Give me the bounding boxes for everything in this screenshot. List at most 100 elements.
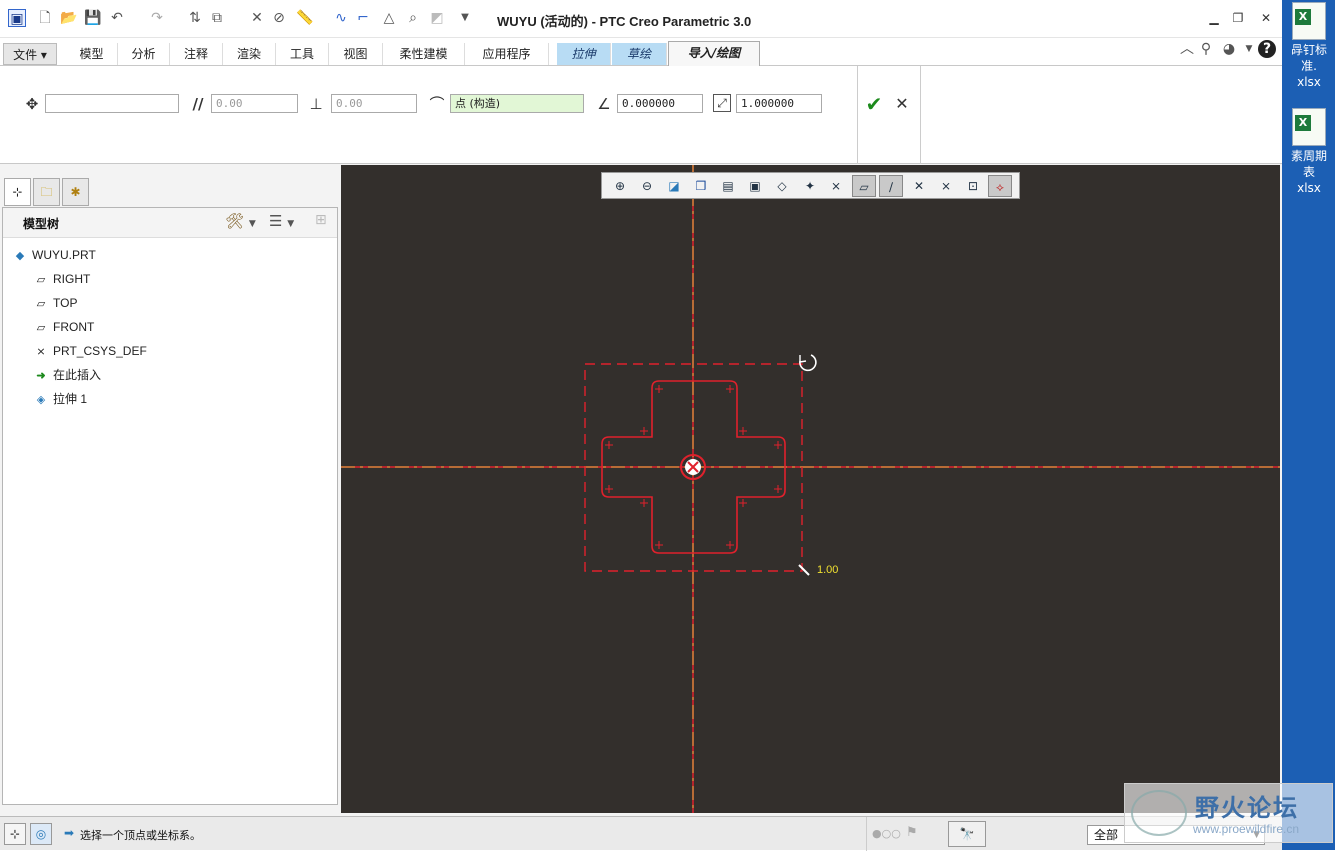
point-display-icon[interactable]: ✕ [907, 175, 931, 197]
scale-handle-icon[interactable] [798, 564, 810, 576]
find-icon[interactable]: 🔭 [948, 821, 986, 847]
close-icon[interactable]: ✕ [1256, 9, 1276, 27]
desktop-background: 冔钉标准. xlsx 素周期表 xlsx [1282, 0, 1335, 850]
help-icon[interactable]: ? [1258, 40, 1276, 58]
tab-favorites[interactable]: ✱ [62, 178, 89, 206]
tab-model-tree[interactable]: ⊹ [4, 178, 31, 206]
sketch-display-icon[interactable]: ⊡ [961, 175, 985, 197]
regenerate-icon[interactable]: ⇅ [186, 9, 204, 27]
flag-icon: ⚑ [906, 825, 918, 840]
view-toolbar: ⊕ ⊖ ◪ ❒ ▤ ▣ ◇ ✦ ⨯ ▱ ∕ ✕ ⨯ ⊡ ⟡ [601, 172, 1020, 199]
search-icon[interactable]: ⚲ [1197, 40, 1215, 58]
csys-display-icon[interactable]: ⨯ [824, 175, 848, 197]
tab-extrude[interactable]: 拉伸 [557, 43, 611, 65]
tree-item-top[interactable]: ▱ TOP [33, 294, 78, 312]
tree-item-part[interactable]: ◆ WUYU.PRT [12, 246, 96, 264]
sketch-line-icon[interactable]: ⌐ [354, 9, 372, 27]
tab-view[interactable]: 视图 [329, 43, 383, 65]
tab-tools[interactable]: 工具 [276, 43, 329, 65]
forum-watermark: 野火论坛 www.proewildfire.cn [1124, 783, 1333, 843]
graphics-viewport[interactable]: 1.00 ⊕ ⊖ ◪ ❒ ▤ ▣ ◇ ✦ ⨯ ▱ ∕ ✕ ⨯ ⊡ ⟡ [341, 165, 1280, 813]
restore-icon[interactable]: ❐ [1228, 9, 1248, 27]
tree-settings-icon[interactable]: 🛠 ▼ [225, 212, 256, 230]
zoom-out-icon[interactable]: ⊖ [635, 175, 659, 197]
search-tool-icon[interactable]: ⌕ [404, 9, 422, 27]
open-folder-icon[interactable]: 📂 [60, 9, 78, 27]
constraint-display-icon[interactable]: ⟡ [988, 175, 1012, 197]
tab-model[interactable]: 模型 [66, 43, 118, 65]
refit-icon[interactable]: ◪ [662, 175, 686, 197]
plane-display-icon[interactable]: ▱ [852, 175, 876, 197]
csys-tag-display-icon[interactable]: ⨯ [934, 175, 958, 197]
view-cube-icon[interactable]: ◩ [428, 9, 446, 27]
vertical-offset-field[interactable]: 0.00 [331, 94, 417, 113]
measure-icon[interactable]: 📏 [296, 9, 314, 27]
reference-point-field[interactable]: 点 (构造) [450, 94, 584, 113]
tab-file[interactable]: 文件 ▾ [3, 43, 57, 65]
annotation-display-icon[interactable]: ✦ [798, 175, 822, 197]
cancel-x-icon[interactable]: ✕ [892, 94, 912, 114]
tree-item-extrude[interactable]: ◈ 拉伸 1 [33, 390, 87, 408]
horizontal-offset-icon: // [192, 95, 204, 113]
navigator-pane: ⊹ 🗀 ✱ 模型树 🛠 ▼ ☰ ▼ ⊞ ◆ WUYU.PRT ▱ RIGHT ▱ TO… [2, 172, 340, 813]
tab-applications[interactable]: 应用程序 [465, 43, 549, 65]
display-style-icon[interactable]: ▤ [716, 175, 740, 197]
saved-views-icon[interactable]: ❒ [689, 175, 713, 197]
tab-render[interactable]: 渲染 [223, 43, 276, 65]
status-bar: ⊹ ◎ ➡ 选择一个顶点或坐标系。 ●○○ ⚑ 🔭 全部▼ [0, 816, 1282, 851]
redo-icon[interactable]: ↷ [148, 9, 166, 27]
ribbon-tab-bar: 文件 ▾ 模型 分析 注释 渲染 工具 视图 柔性建模 应用程序 拉伸 草绘 导… [0, 38, 1282, 66]
datum-plane-icon: ▱ [36, 322, 46, 334]
browser-toggle-icon[interactable]: ◎ [30, 823, 52, 845]
import-ribbon: ✥ // 0.00 ⊥ 0.00 ⌒ 点 (构造) ∠ 0.000000 ⤢ 1… [0, 66, 1282, 164]
part-icon: ◆ [15, 250, 25, 262]
datum-plane-icon: ▱ [36, 274, 46, 286]
move-reference-field[interactable] [45, 94, 179, 113]
rotate-handle-icon[interactable] [799, 354, 817, 372]
tree-filter-icon[interactable]: ☰ ▼ [269, 212, 294, 230]
creo-app-icon[interactable]: ▣ [8, 9, 26, 27]
zoom-in-icon[interactable]: ⊕ [608, 175, 632, 197]
watermark-logo-icon [1131, 790, 1187, 836]
nav-toggle-icon[interactable]: ⊹ [4, 823, 26, 845]
tree-item-insert-here[interactable]: ➜ 在此插入 [33, 366, 101, 384]
desktop-file-1[interactable]: 冔钉标准. xlsx [1286, 2, 1332, 90]
close-window-icon[interactable]: ✕ [248, 9, 266, 27]
save-icon[interactable]: 💾 [84, 9, 102, 27]
spline-icon[interactable]: ∿ [332, 9, 350, 27]
status-message: 选择一个顶点或坐标系。 [80, 829, 201, 842]
dimension-icon[interactable]: △ [380, 9, 398, 27]
tab-annotate[interactable]: 注释 [170, 43, 223, 65]
tree-columns-icon[interactable]: ⊞ [315, 212, 327, 228]
model-tree-panel: 模型树 🛠 ▼ ☰ ▼ ⊞ ◆ WUYU.PRT ▱ RIGHT ▱ TOP ▱ FRO… [2, 207, 338, 805]
window-switch-icon[interactable]: ⧉ [208, 9, 226, 27]
tab-import-drawing[interactable]: 导入/绘图 [668, 41, 760, 66]
desktop-file-2[interactable]: 素周期表 xlsx [1286, 108, 1332, 196]
tab-folder-browser[interactable]: 🗀 [33, 178, 60, 206]
tab-flexible-modeling[interactable]: 柔性建模 [383, 43, 465, 65]
no-entry-icon[interactable]: ⊘ [270, 9, 288, 27]
scale-field[interactable]: 1.000000 [736, 94, 822, 113]
horizontal-offset-field[interactable]: 0.00 [211, 94, 298, 113]
tab-sketch[interactable]: 草绘 [612, 43, 667, 65]
scale-readout: 1.00 [817, 564, 839, 576]
excel-file-icon [1292, 2, 1326, 40]
chevron-down-icon[interactable]: ▼ [1240, 40, 1258, 58]
tree-item-csys[interactable]: ⨯ PRT_CSYS_DEF [33, 342, 146, 360]
confirm-check-icon[interactable]: ✔ [864, 94, 884, 114]
new-file-icon[interactable]: 🗋 [36, 9, 54, 27]
perspective-icon[interactable]: ◇ [770, 175, 794, 197]
customize-dropdown-icon[interactable]: ▼ [456, 9, 474, 27]
minimize-icon[interactable]: ▁ [1204, 9, 1224, 27]
community-icon[interactable]: ◕ [1220, 40, 1238, 58]
undo-icon[interactable]: ↶ [108, 9, 126, 27]
tab-analysis[interactable]: 分析 [118, 43, 170, 65]
axis-display-icon[interactable]: ∕ [879, 175, 903, 197]
vertical-offset-icon: ⊥ [309, 95, 323, 113]
view-manager-icon[interactable]: ▣ [743, 175, 767, 197]
tree-item-front[interactable]: ▱ FRONT [33, 318, 95, 336]
tree-item-right[interactable]: ▱ RIGHT [33, 270, 91, 288]
scale-icon: ⤢ [713, 94, 731, 112]
rotation-angle-field[interactable]: 0.000000 [617, 94, 703, 113]
minimize-ribbon-icon[interactable]: ︿ [1178, 40, 1196, 58]
